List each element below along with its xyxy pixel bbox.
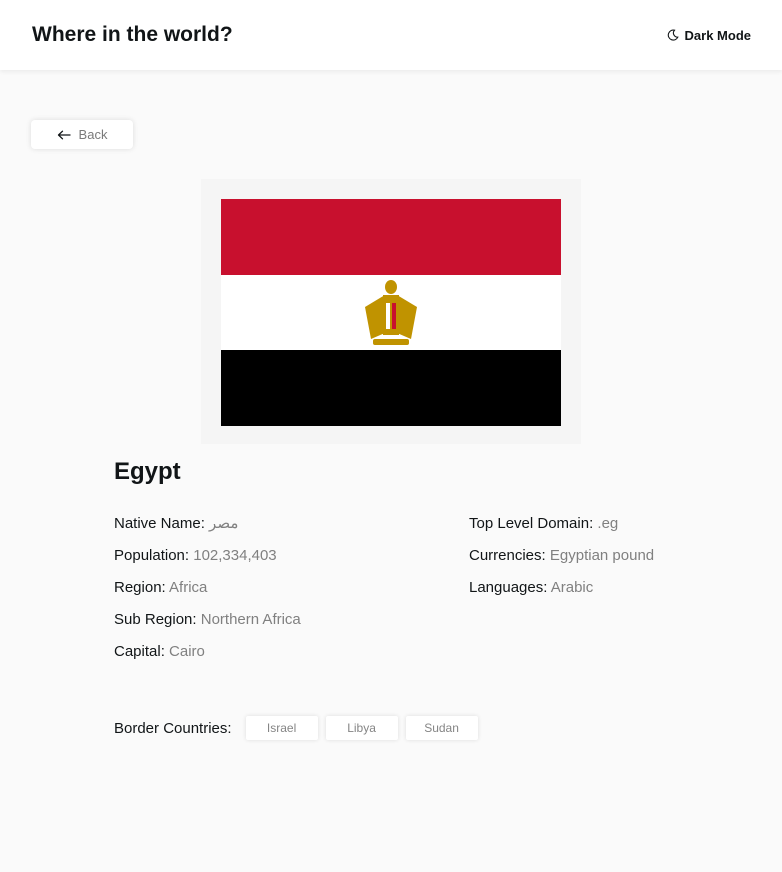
back-button[interactable]: Back <box>31 120 133 149</box>
country-flag <box>221 199 561 426</box>
detail-value: Africa <box>169 579 208 596</box>
app-title: Where in the world? <box>32 23 233 46</box>
back-button-label: Back <box>78 127 108 142</box>
detail-value: مصر <box>209 515 239 532</box>
moon-icon <box>667 29 679 41</box>
detail-label: Population: <box>114 547 190 564</box>
border-country-chip[interactable]: Sudan <box>405 716 478 740</box>
detail-label: Sub Region: <box>114 611 197 628</box>
detail-label: Region: <box>114 579 166 596</box>
capital-row: Capital: Cairo <box>114 640 301 672</box>
region-row: Region: Africa <box>114 576 301 608</box>
languages-row: Languages: Arabic <box>469 576 654 608</box>
details-right: Top Level Domain: .eg Currencies: Egypti… <box>469 512 654 608</box>
detail-value: Cairo <box>169 643 205 660</box>
detail-value: Northern Africa <box>200 611 301 628</box>
country-name: Egypt <box>114 458 181 485</box>
detail-value: Arabic <box>550 579 594 596</box>
details-left: Native Name: مصر Population: 102,334,403… <box>114 512 301 672</box>
detail-label: Currencies: <box>469 547 546 564</box>
dark-mode-toggle[interactable]: Dark Mode <box>667 28 751 43</box>
native-name-row: Native Name: مصر <box>114 512 301 544</box>
border-country-chip[interactable]: Libya <box>325 716 398 740</box>
sub-region-row: Sub Region: Northern Africa <box>114 608 301 640</box>
border-countries: Border Countries: Israel Libya Sudan <box>114 716 486 740</box>
detail-label: Native Name: <box>114 515 205 532</box>
detail-label: Languages: <box>469 579 548 596</box>
detail-value: 102,334,403 <box>193 547 277 564</box>
dark-mode-label: Dark Mode <box>684 27 751 43</box>
detail-value: .eg <box>597 515 619 532</box>
border-country-chip[interactable]: Israel <box>245 716 318 740</box>
population-row: Population: 102,334,403 <box>114 544 301 576</box>
flag-container <box>201 179 581 444</box>
top-navbar: Where in the world? Dark Mode <box>0 0 782 70</box>
detail-value: Egyptian pound <box>549 547 655 564</box>
border-countries-label: Border Countries: <box>114 719 232 737</box>
detail-label: Top Level Domain: <box>469 515 594 532</box>
currencies-row: Currencies: Egyptian pound <box>469 544 654 576</box>
top-level-domain-row: Top Level Domain: .eg <box>469 512 654 544</box>
detail-label: Capital: <box>114 643 165 660</box>
arrow-left-icon <box>57 130 71 139</box>
